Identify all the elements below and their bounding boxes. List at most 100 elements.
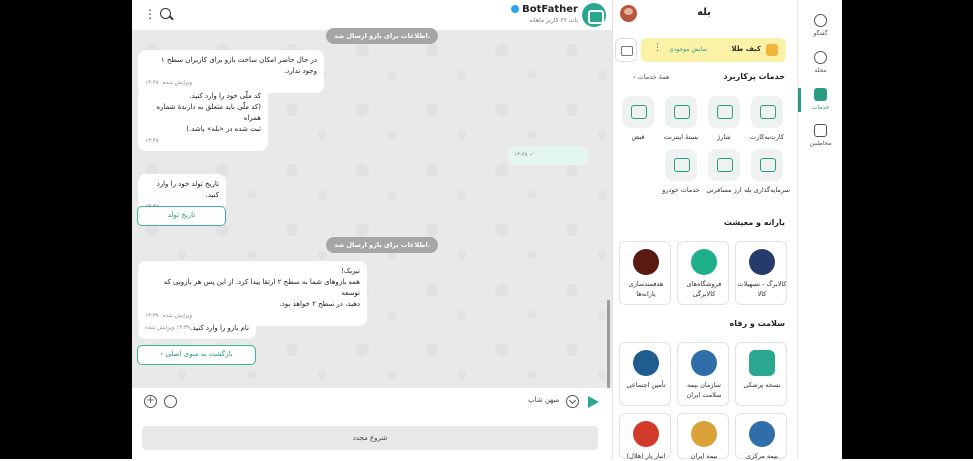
outgoing-message: ۱۳:۳۸ ✓ <box>508 146 588 165</box>
car-services-icon[interactable] <box>665 149 697 181</box>
chat-icon <box>814 14 827 27</box>
service-card-health-insurance[interactable]: سازمان بیمه سلامت ایران <box>677 342 729 406</box>
kalabarg-logo <box>749 249 775 275</box>
message-bubble: کد ملّی خود را وارد کنید. (کد ملّی باید … <box>138 86 268 151</box>
service-card-kalabarg[interactable]: کالابرگ - تسهیلات کالا <box>735 241 787 305</box>
back-button-label: بازگشت به منوی اصلی <box>165 350 233 358</box>
system-pill: اطلاعات برای بازو ارسال شد. <box>326 237 439 253</box>
chevron-left-icon: ‹ <box>160 350 164 358</box>
nav-label: مخاطبین <box>809 140 832 147</box>
bot-name-row[interactable]: BotFather <box>509 4 578 15</box>
prescription-icon <box>749 350 775 376</box>
service-card-red-crescent[interactable]: انبار پار (هلال) <box>619 413 671 460</box>
all-services-label: همهٔ خدمات <box>637 73 670 81</box>
restart-button[interactable]: شروع مجدد <box>142 426 598 450</box>
iran-insurance-logo <box>691 421 717 447</box>
message-time: ۱۳:۳۹ <box>176 325 190 331</box>
app-title: بله <box>697 7 711 18</box>
message-time: ۱۳:۳۹ <box>145 313 159 319</box>
service-card-prescription[interactable]: نسخه پزشکی <box>735 342 787 406</box>
wallet-label: کیف طلا <box>731 45 761 53</box>
contacts-icon <box>814 124 827 137</box>
magazine-icon <box>814 51 827 64</box>
bot-name: BotFather <box>522 4 578 15</box>
bill-icon[interactable] <box>622 96 654 128</box>
subsidy-section-title: یارانه و معیشت <box>723 218 785 227</box>
message-time: ۱۳:۳۸ <box>514 152 528 158</box>
service-label: قبض <box>631 133 645 141</box>
card-label: بیمه ایران <box>690 452 718 460</box>
nav-item-contacts[interactable]: مخاطبین <box>798 124 843 147</box>
nav-label: خدمات <box>811 104 830 111</box>
service-label: شارژ <box>717 133 731 141</box>
service-card-subsidy-targeting[interactable]: هدفمندسازی یارانه‌ها <box>619 241 671 305</box>
central-insurance-logo <box>749 421 775 447</box>
message-line: (کد ملّی باید متعلق به دارندهٔ شماره همر… <box>156 103 261 122</box>
message-status: ویرایش شده <box>145 325 175 331</box>
add-icon[interactable]: + <box>144 395 157 408</box>
message-time: ۱۳:۳۸ <box>145 138 159 144</box>
emoji-icon[interactable] <box>164 395 177 408</box>
verified-icon <box>510 5 519 13</box>
chat-pane: ⋮ BotFather بات ۳۶ کاربر ماهانه اطلاعات … <box>132 0 612 459</box>
bot-avatar[interactable] <box>582 3 606 27</box>
service-label: خدمات خودرو <box>662 186 700 194</box>
cart-icon <box>691 249 717 275</box>
message-text: در حال حاضر امکان ساخت بازو برای کاربران… <box>160 56 317 75</box>
scrollbar[interactable] <box>607 300 610 388</box>
social-security-logo <box>633 350 659 376</box>
card-label: نسخه پزشکی <box>743 381 781 389</box>
service-card-central-insurance[interactable]: بیمه مرکزی <box>735 413 787 460</box>
more-options-icon[interactable]: ⋮ <box>653 43 662 53</box>
card-label: فروشگاه‌های کالابرگی <box>686 280 722 298</box>
card-label: سازمان بیمه سلامت ایران <box>686 381 722 399</box>
back-to-main-menu-button[interactable]: ‹ بازگشت به منوی اصلی <box>137 345 256 365</box>
message-line: ثبت شده در «بله» باشد.) <box>186 125 261 133</box>
red-crescent-logo <box>633 421 659 447</box>
nav-item-chats[interactable]: گفتگو <box>798 14 843 37</box>
message-line: تبریک! <box>341 267 360 275</box>
service-label: بستهٔ اینترنت <box>663 133 699 141</box>
sim-charge-icon[interactable] <box>708 96 740 128</box>
composer: میهن شاپ + <box>132 388 612 416</box>
main-nav: گفتگو مجله خدمات مخاطبین <box>797 0 842 459</box>
investment-icon[interactable] <box>751 149 783 181</box>
card-label: انبار پار (هلال) <box>626 452 666 460</box>
more-options-icon[interactable]: ⋮ <box>144 7 156 21</box>
sent-check-icon: ✓ <box>529 152 535 158</box>
card-label: هدفمندسازی یارانه‌ها <box>628 280 664 298</box>
service-card-social-security[interactable]: تأمین اجتماعی <box>619 342 671 406</box>
birthdate-button[interactable]: تاریخ تولد <box>137 206 226 226</box>
nav-item-services[interactable]: خدمات <box>798 88 843 111</box>
bot-subtitle: بات ۳۶ کاربر ماهانه <box>529 17 578 24</box>
chevron-down-icon[interactable] <box>566 395 579 408</box>
message-status: ویرایش شده <box>162 313 193 319</box>
service-label: ارز مسافرتی <box>706 186 742 194</box>
internet-package-icon[interactable] <box>665 96 697 128</box>
message-line: کد ملّی خود را وارد کنید. <box>189 92 261 100</box>
card-label: بیمه مرکزی <box>746 452 778 460</box>
service-card-kalabarg-stores[interactable]: فروشگاه‌های کالابرگی <box>677 241 729 305</box>
gold-wallet-card[interactable]: کیف طلا نمایش موجودی ⋮ <box>641 38 786 62</box>
service-card-iran-insurance[interactable]: بیمه ایران <box>677 413 729 460</box>
send-icon[interactable] <box>588 396 599 408</box>
gold-wallet-icon <box>766 44 778 56</box>
message-text: نام بازو را وارد کنید. <box>190 324 249 332</box>
card-label: کالابرگ - تسهیلات کالا <box>737 280 787 298</box>
card-label: تأمین اجتماعی <box>626 381 666 389</box>
user-avatar[interactable] <box>620 5 637 22</box>
chat-header: ⋮ BotFather بات ۳۶ کاربر ماهانه <box>132 0 612 30</box>
subsidy-logo <box>633 249 659 275</box>
travel-currency-icon[interactable] <box>708 149 740 181</box>
message-bubble: نام بازو را وارد کنید. ۱۳:۳۹ ویرایش شده <box>138 320 256 339</box>
service-label: کارت‌به‌کارت <box>750 133 784 141</box>
message-list[interactable]: اطلاعات برای بازو ارسال شد. در حال حاضر … <box>132 28 612 388</box>
search-icon[interactable] <box>160 8 171 19</box>
card-transfer-icon[interactable] <box>751 96 783 128</box>
nav-item-magazine[interactable]: مجله <box>798 51 843 74</box>
show-balance-button[interactable]: نمایش موجودی <box>669 46 708 53</box>
wallet-card-icon[interactable] <box>615 38 637 62</box>
nav-label: گفتگو <box>813 30 828 37</box>
message-bubble: تبریک! همه بازوهای شما به سطح ۲ ارتقا پی… <box>138 261 367 326</box>
all-services-link[interactable]: ‹ همهٔ خدمات <box>633 73 669 81</box>
